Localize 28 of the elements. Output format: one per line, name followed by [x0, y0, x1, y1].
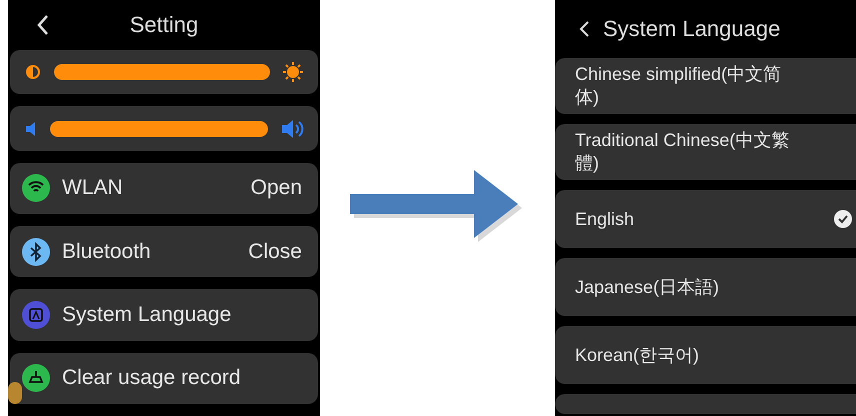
item-status: Open [250, 176, 302, 200]
item-label: Clear usage record [62, 366, 242, 390]
language-option[interactable]: Japanese(日本語) [555, 258, 856, 316]
screen-title: System Language [603, 16, 780, 42]
wifi-icon [22, 174, 50, 202]
settings-item[interactable]: WLAN Open [10, 162, 318, 214]
broom-icon [22, 364, 50, 392]
screen-title: Setting [130, 12, 198, 38]
brightness-slider[interactable] [10, 50, 318, 94]
settings-item[interactable]: Bluetooth Close [10, 226, 318, 278]
item-label: System Language [62, 302, 232, 327]
brightness-low-icon [24, 63, 42, 82]
bluetooth-icon [22, 238, 50, 266]
item-status: Close [248, 240, 302, 264]
language-option[interactable]: Chinese simplified(中文简体) [555, 58, 856, 114]
settings-item[interactable]: Clear usage record [10, 352, 318, 404]
item-label: Bluetooth [62, 240, 152, 264]
volume-low-icon [24, 120, 38, 138]
item-label: WLAN [62, 176, 124, 200]
brightness-high-icon [282, 61, 304, 84]
language-icon [22, 300, 50, 329]
language-option[interactable]: Korean(한국어) [555, 326, 856, 384]
language-option[interactable]: Traditional Chinese(中文繁體) [555, 124, 856, 180]
volume-high-icon [280, 118, 304, 138]
settings-item[interactable]: System Language [10, 289, 318, 341]
language-option[interactable]: English [555, 190, 856, 248]
volume-slider[interactable] [10, 106, 318, 151]
back-icon[interactable] [36, 14, 50, 36]
